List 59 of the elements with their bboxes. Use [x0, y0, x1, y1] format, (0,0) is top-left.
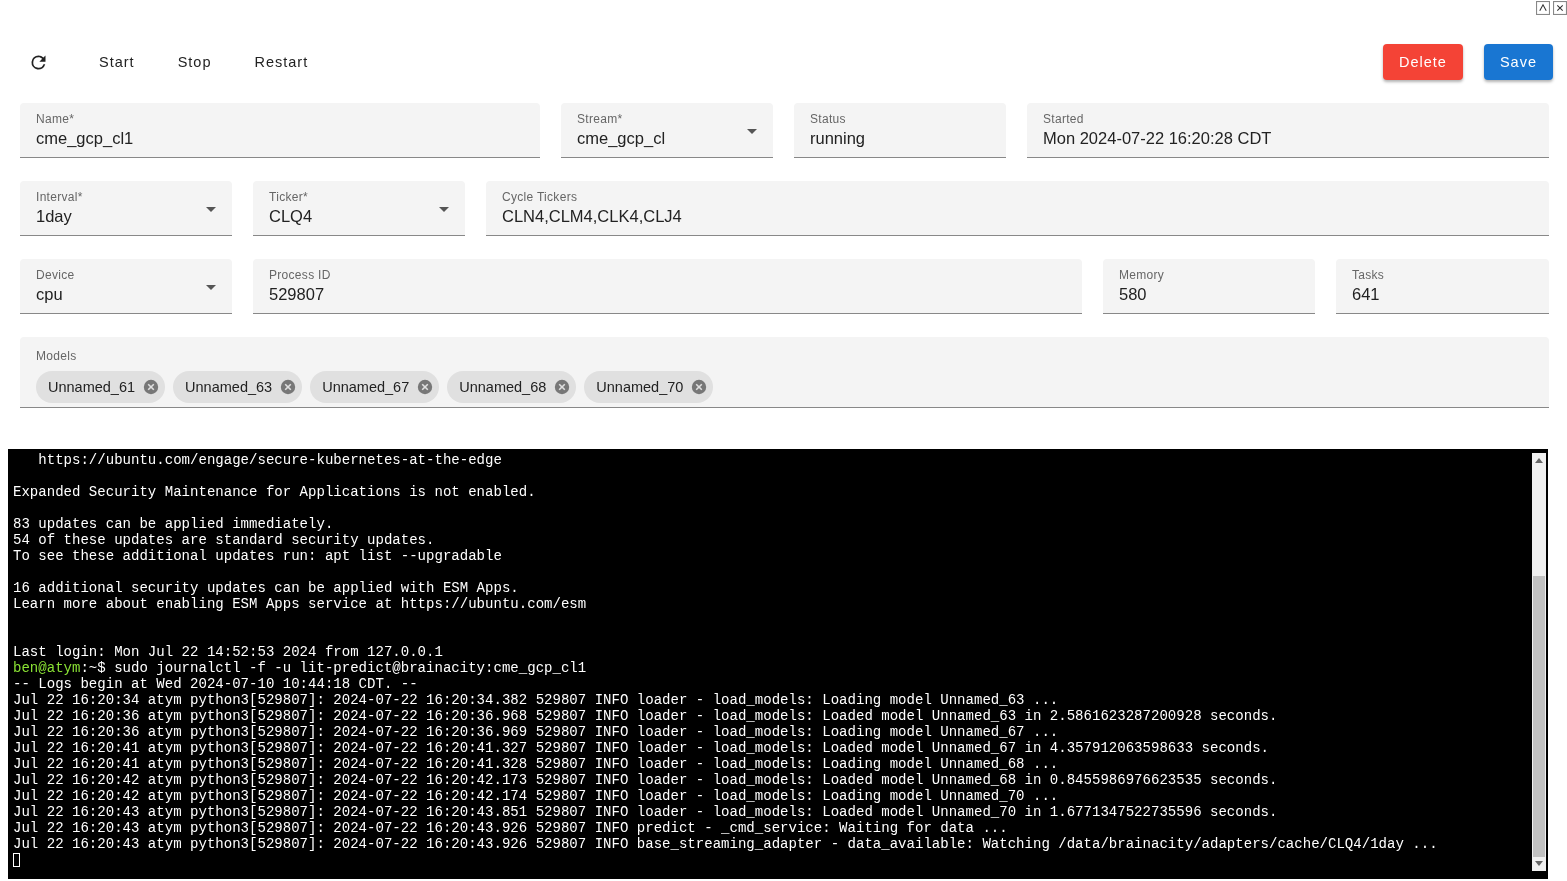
- terminal-line: Jul 22 16:20:43 atym python3[529807]: 2024-07-22 16:20:43.926 529807 INFO base_streaming_adapter - data_available: Watching /data/brainacity/adapters/cache/CLQ4/1day ...: [13, 836, 1438, 852]
- caret-icon: [747, 129, 757, 134]
- text-field[interactable]: Started Mon 2024-07-22 16:20:28 CDT: [1027, 103, 1549, 158]
- terminal-line: To see these additional updates run: apt list --upgradable: [13, 548, 502, 564]
- scrollbar[interactable]: [1532, 453, 1546, 871]
- model-chip[interactable]: Unnamed_63: [173, 371, 303, 403]
- text-field[interactable]: Name* cme_gcp_cl1: [20, 103, 540, 158]
- select-field[interactable]: Stream* cme_gcp_cl: [561, 103, 773, 158]
- model-chip[interactable]: Unnamed_61: [36, 371, 166, 403]
- terminal-line: Jul 22 16:20:36 atym python3[529807]: 2024-07-22 16:20:36.969 529807 INFO loader - load_models: Loading model Unnamed_67 ...: [13, 724, 1059, 740]
- terminal-line: Jul 22 16:20:42 atym python3[529807]: 2024-07-22 16:20:42.173 529807 INFO loader - load_models: Loaded model Unnamed_68 in 0.8455986976623535 seconds.: [13, 772, 1278, 788]
- text-field[interactable]: Status running: [794, 103, 1006, 158]
- action-button[interactable]: Start: [89, 46, 145, 78]
- select-field[interactable]: Ticker* CLQ4: [253, 181, 465, 236]
- remove-icon[interactable]: [280, 379, 297, 395]
- terminal-line: Jul 22 16:20:43 atym python3[529807]: 2024-07-22 16:20:43.851 529807 INFO loader - load_models: Loaded model Unnamed_70 in 1.6771347522735596 seconds.: [13, 804, 1278, 820]
- model-chip[interactable]: Unnamed_67: [310, 371, 440, 403]
- model-chip[interactable]: Unnamed_70: [584, 371, 714, 403]
- text-cursor: [13, 853, 20, 867]
- text-field[interactable]: Process ID 529807: [253, 259, 1082, 314]
- terminal-line: -- Logs begin at Wed 2024-07-10 10:44:18 CDT. --: [13, 676, 418, 692]
- chips-field[interactable]: Models Unnamed_61 Unnamed_63 Unnamed_67 Unnamed_68 Unnamed_70: [20, 337, 1549, 408]
- action-button[interactable]: Stop: [167, 46, 222, 78]
- caret-icon: [439, 207, 449, 212]
- terminal-line: Jul 22 16:20:41 atym python3[529807]: 2024-07-22 16:20:41.327 529807 INFO loader - load_models: Loaded model Unnamed_67 in 4.357912063598633 seconds.: [13, 740, 1269, 756]
- collapse-icon[interactable]: [1536, 1, 1550, 15]
- remove-icon[interactable]: [691, 379, 708, 395]
- terminal-line: Jul 22 16:20:41 atym python3[529807]: 2024-07-22 16:20:41.328 529807 INFO loader - load_models: Loading model Unnamed_68 ...: [13, 756, 1059, 772]
- terminal-line: Learn more about enabling ESM Apps service at https://ubuntu.com/esm: [13, 596, 587, 612]
- text-field[interactable]: Tasks 641: [1336, 259, 1549, 314]
- model-chip[interactable]: Unnamed_68: [447, 371, 577, 403]
- action-button[interactable]: Save: [1483, 44, 1553, 80]
- action-button[interactable]: Restart: [244, 46, 319, 78]
- terminal-line: :~$ sudo journalctl -f -u lit-predict@brainacity:cme_gcp_cl1: [80, 660, 587, 676]
- terminal-line: 54 of these updates are standard security updates.: [13, 532, 435, 548]
- terminal-panel[interactable]: [8, 449, 1548, 879]
- action-button[interactable]: Delete: [1383, 44, 1463, 80]
- caret-icon: [206, 285, 216, 290]
- caret-icon: [206, 207, 216, 212]
- terminal-line: 16 additional security updates can be applied with ESM Apps.: [13, 580, 519, 596]
- prompt-user: ben@atym: [13, 660, 81, 676]
- text-field[interactable]: Memory 580: [1103, 259, 1315, 314]
- remove-icon[interactable]: [554, 379, 571, 395]
- scroll-up-icon[interactable]: [1534, 456, 1544, 464]
- select-field[interactable]: Interval* 1day: [20, 181, 232, 236]
- terminal-line: 83 updates can be applied immediately.: [13, 516, 334, 532]
- terminal-line: Jul 22 16:20:43 atym python3[529807]: 2024-07-22 16:20:43.926 529807 INFO predict - _cmd_service: Waiting for data ...: [13, 820, 1008, 836]
- terminal-line: https://ubuntu.com/engage/secure-kubernetes-at-the-edge: [37, 452, 502, 468]
- remove-icon[interactable]: [417, 379, 434, 395]
- terminal-line: Jul 22 16:20:36 atym python3[529807]: 2024-07-22 16:20:36.968 529807 INFO loader - load_models: Loaded model Unnamed_63 in 2.5861623287200928 seconds.: [13, 708, 1278, 724]
- close-icon[interactable]: [1553, 1, 1567, 15]
- terminal-line: Jul 22 16:20:34 atym python3[529807]: 2024-07-22 16:20:34.382 529807 INFO loader - load_models: Loading model Unnamed_63 ...: [13, 692, 1059, 708]
- terminal-line: Jul 22 16:20:42 atym python3[529807]: 2024-07-22 16:20:42.174 529807 INFO loader - load_models: Loading model Unnamed_70 ...: [13, 788, 1059, 804]
- terminal-line: Last login: Mon Jul 22 14:52:53 2024 from 127.0.0.1: [13, 644, 443, 660]
- text-field[interactable]: Cycle Tickers CLN4,CLM4,CLK4,CLJ4: [486, 181, 1549, 236]
- select-field[interactable]: Device cpu: [20, 259, 232, 314]
- scroll-down-icon[interactable]: [1534, 860, 1544, 868]
- remove-icon[interactable]: [143, 379, 160, 395]
- terminal-line: Expanded Security Maintenance for Applications is not enabled.: [13, 484, 536, 500]
